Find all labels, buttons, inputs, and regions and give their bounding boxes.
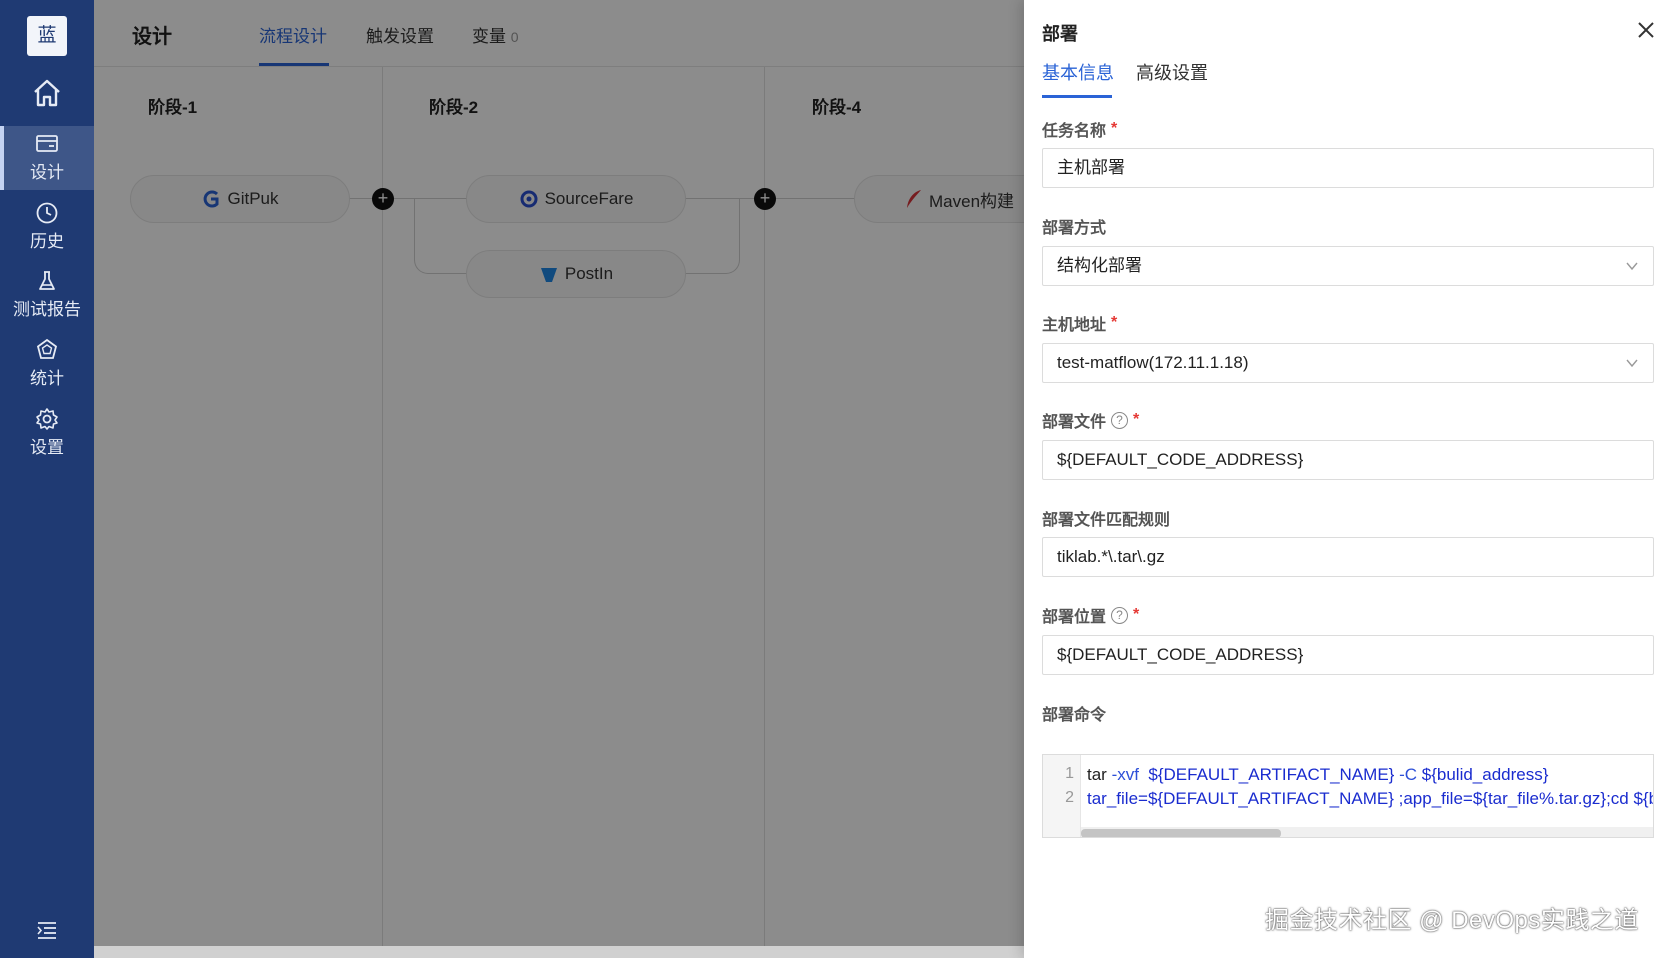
code-token: ${DEFAULT_ARTIFACT_NAME} <box>1138 765 1400 784</box>
watermark: 掘金技术社区 @ DevOps实践之道 <box>1265 907 1639 934</box>
drawer-title: 部署 <box>1042 24 1078 44</box>
match-rule-input[interactable]: tiklab.*\.tar\.gz <box>1042 537 1654 577</box>
sidebar-item-label: 设置 <box>30 438 64 457</box>
chart-icon <box>36 338 58 359</box>
deploy-file-input[interactable]: ${DEFAULT_CODE_ADDRESS} <box>1042 440 1654 480</box>
horizontal-scrollbar[interactable] <box>94 946 1024 958</box>
host-address-label: 主机地址 * <box>1042 311 1117 335</box>
chevron-down-icon <box>1626 359 1638 368</box>
deploy-command-label: 部署命令 <box>1042 707 1107 724</box>
task-name-label: 任务名称 * <box>1042 117 1117 141</box>
sidebar-item-label: 历史 <box>30 232 64 251</box>
code-token: ${bulid_address} <box>1417 765 1549 784</box>
sidebar-item-statistics[interactable]: 统计 <box>0 332 94 396</box>
deploy-method-label: 部署方式 <box>1042 220 1107 237</box>
deploy-drawer: 部署 基本信息 高级设置 任务名称 * 主机部署 部署方式 结构化部署 主机地址 *… <box>1024 0 1670 958</box>
code-token: -C <box>1399 765 1418 784</box>
code-line[interactable]: tar -xvf ${DEFAULT_ARTIFACT_NAME} -C ${b… <box>1087 765 1548 785</box>
label-text: 任务名称 <box>1042 123 1107 140</box>
required-mark: * <box>1111 120 1118 137</box>
app-root: 蓝 设计 历史 测试报告 统计 设置 设计 流程设计 触发设置 变量 0 阶段-… <box>0 0 1670 958</box>
tab-advanced-settings[interactable]: 高级设置 <box>1136 59 1208 85</box>
collapse-menu-icon[interactable] <box>35 918 59 942</box>
code-token: tar_file=${DEFAULT_ARTIFACT_NAME} ;app_f… <box>1087 789 1654 808</box>
label-text: 部署位置 <box>1042 609 1107 626</box>
app-logo[interactable]: 蓝 <box>27 16 67 56</box>
deploy-command-editor[interactable]: 1 2 tar -xvf ${DEFAULT_ARTIFACT_NAME} -C… <box>1042 754 1654 838</box>
line-number: 2 <box>1065 789 1074 806</box>
sidebar: 蓝 设计 历史 测试报告 统计 设置 <box>0 0 94 958</box>
deploy-location-input[interactable]: ${DEFAULT_CODE_ADDRESS} <box>1042 635 1654 675</box>
line-number-gutter: 1 2 <box>1043 755 1081 837</box>
deploy-method-select[interactable]: 结构化部署 <box>1042 246 1654 286</box>
label-text: 部署文件 <box>1042 414 1107 431</box>
required-mark: * <box>1111 314 1118 331</box>
code-token: tar <box>1087 765 1112 784</box>
select-value: 结构化部署 <box>1057 256 1142 275</box>
home-icon[interactable] <box>27 73 67 113</box>
flask-icon <box>39 271 55 290</box>
help-icon[interactable]: ? <box>1111 606 1129 624</box>
modal-mask[interactable] <box>94 0 1024 958</box>
match-rule-label: 部署文件匹配规则 <box>1042 512 1171 529</box>
sidebar-item-history[interactable]: 历史 <box>0 195 94 259</box>
help-icon[interactable]: ? <box>1111 411 1129 429</box>
sidebar-item-design[interactable]: 设计 <box>0 126 94 190</box>
sidebar-item-test-report[interactable]: 测试报告 <box>0 263 94 327</box>
sidebar-item-label: 设计 <box>30 163 64 182</box>
select-value: test-matflow(172.11.1.18) <box>1057 353 1249 372</box>
design-icon <box>36 135 58 152</box>
chevron-down-icon <box>1626 262 1638 271</box>
sidebar-item-label: 测试报告 <box>13 300 81 319</box>
deploy-location-label: 部署位置? * <box>1042 603 1139 627</box>
host-address-select[interactable]: test-matflow(172.11.1.18) <box>1042 343 1654 383</box>
deploy-file-label: 部署文件? * <box>1042 408 1139 432</box>
task-name-input[interactable]: 主机部署 <box>1042 148 1654 188</box>
code-line[interactable]: tar_file=${DEFAULT_ARTIFACT_NAME} ;app_f… <box>1087 789 1654 809</box>
required-mark: * <box>1133 411 1140 428</box>
line-number: 1 <box>1065 765 1074 782</box>
sidebar-item-settings[interactable]: 设置 <box>0 401 94 465</box>
sidebar-item-label: 统计 <box>30 369 64 388</box>
close-icon[interactable] <box>1634 18 1658 42</box>
clock-icon <box>36 202 58 224</box>
active-tab-indicator <box>1042 95 1112 98</box>
tab-basic-info[interactable]: 基本信息 <box>1042 59 1114 85</box>
gear-icon <box>36 408 58 430</box>
label-text: 主机地址 <box>1042 317 1107 334</box>
code-token: -xvf <box>1111 765 1139 784</box>
required-mark: * <box>1133 606 1140 623</box>
code-scroll-thumb[interactable] <box>1081 829 1281 837</box>
